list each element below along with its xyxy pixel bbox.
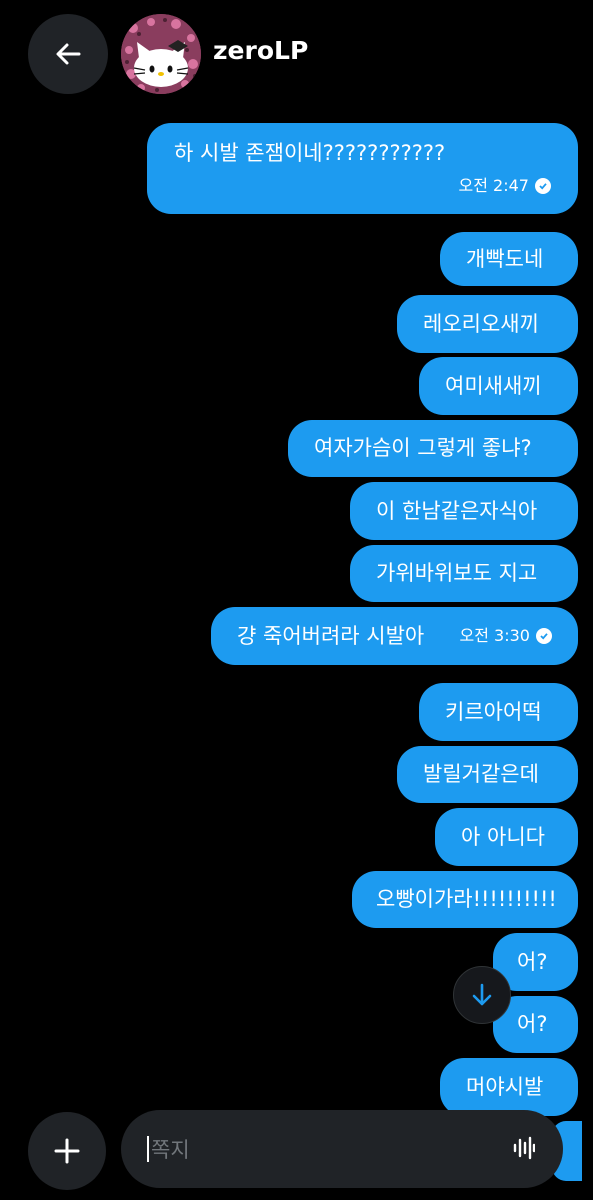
- message-text: 개빡도네: [466, 246, 544, 271]
- message-bubble[interactable]: 하 시발 존잼이네??????????? 오전 2:47: [147, 123, 578, 214]
- message-bubble[interactable]: 아 아니다: [435, 808, 578, 866]
- message-input[interactable]: 쪽지: [121, 1110, 563, 1188]
- message-text: 머야시발: [466, 1074, 544, 1099]
- plus-icon: [54, 1138, 80, 1164]
- message-timestamp: 오전 3:30: [459, 626, 530, 645]
- read-check-icon: [535, 178, 551, 194]
- message-text: 오빵이가라!!!!!!!!!!: [376, 887, 557, 911]
- message-bubble[interactable]: 여미새새끼: [419, 357, 578, 415]
- message-text: 하 시발 존잼이네???????????: [174, 141, 446, 165]
- message-bubble[interactable]: 개빡도네: [440, 232, 578, 286]
- message-text: 발릴거같은데: [423, 762, 539, 786]
- message-bubble[interactable]: 가위바위보도 지고: [350, 545, 578, 602]
- message-bubble[interactable]: 발릴거같은데: [397, 746, 578, 803]
- message-text: 걍 죽어버려라 시발아: [237, 623, 425, 648]
- message-text: 이 한남같은자식아: [376, 498, 538, 523]
- message-thread: 하 시발 존잼이네??????????? 오전 2:47 개빡도네 레오리오새끼…: [0, 0, 593, 1200]
- message-text: 여자가슴이 그렇게 좋냐?: [314, 436, 532, 460]
- add-attachment-button[interactable]: [28, 1112, 106, 1190]
- message-text: 아 아니다: [461, 824, 545, 849]
- scroll-to-bottom-button[interactable]: [453, 966, 511, 1024]
- arrow-down-icon: [472, 983, 492, 1006]
- message-bubble[interactable]: 레오리오새끼: [397, 295, 578, 353]
- message-text: 가위바위보도 지고: [376, 561, 538, 585]
- message-input-placeholder: 쪽지: [151, 1138, 190, 1162]
- message-bubble[interactable]: 오빵이가라!!!!!!!!!!: [352, 871, 578, 928]
- message-bubble[interactable]: 여자가슴이 그렇게 좋냐?: [288, 420, 578, 477]
- message-bubble[interactable]: 머야시발: [440, 1058, 578, 1116]
- message-bubble[interactable]: 이 한남같은자식아: [350, 482, 578, 540]
- waveform-icon: [513, 1136, 536, 1160]
- message-text: 여미새새끼: [445, 373, 542, 398]
- message-text: 키르아어떡: [445, 699, 542, 724]
- message-meta: 오전 3:30: [460, 628, 552, 644]
- message-bubble[interactable]: 키르아어떡: [419, 683, 578, 741]
- text-cursor: [147, 1136, 149, 1162]
- message-text: 어?: [517, 1012, 548, 1036]
- read-check-icon: [536, 628, 552, 644]
- message-timestamp: 오전 2:47: [458, 176, 529, 195]
- voice-message-button[interactable]: [513, 1136, 536, 1164]
- message-text: 레오리오새끼: [423, 311, 539, 336]
- message-meta: 오전 2:47: [459, 178, 551, 194]
- message-text: 어?: [517, 949, 548, 974]
- message-bubble[interactable]: 걍 죽어버려라 시발아 오전 3:30: [211, 607, 578, 665]
